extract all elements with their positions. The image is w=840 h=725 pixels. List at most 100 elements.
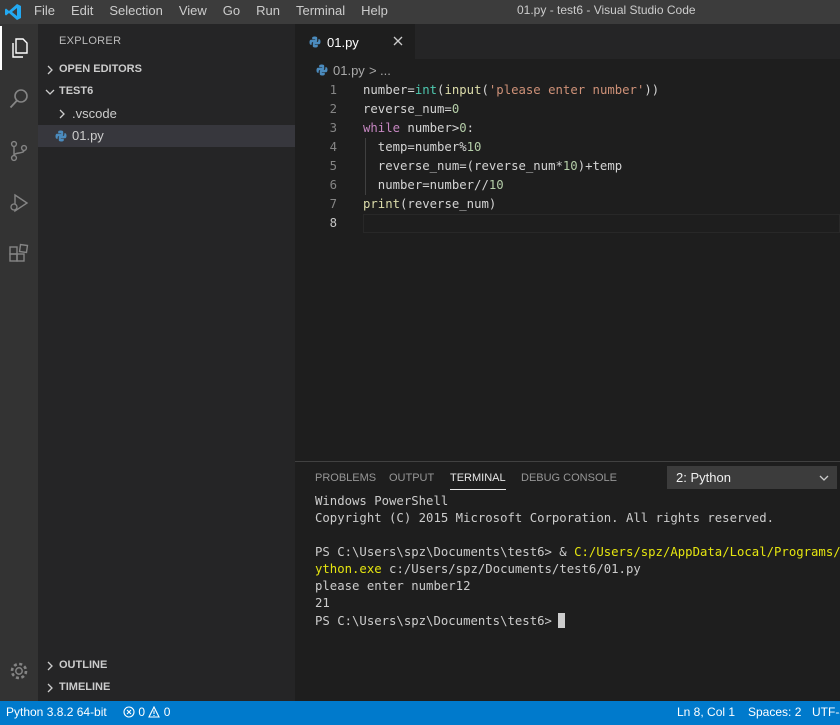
terminal-command-cont: ython.exe — [315, 562, 382, 576]
activity-explorer[interactable] — [0, 26, 38, 70]
menu-run[interactable]: Run — [248, 0, 288, 24]
current-line-highlight — [363, 214, 840, 233]
tree-item-label: 01.py — [72, 128, 104, 143]
line-number: 6 — [329, 178, 337, 192]
open-editors-label: OPEN EDITORS — [59, 63, 142, 75]
folder-section[interactable]: TEST6 — [38, 81, 295, 103]
terminal-line: Windows PowerShell — [315, 494, 449, 508]
activity-source-control[interactable] — [0, 129, 38, 173]
activity-bar — [0, 24, 38, 701]
tree-item-vscode[interactable]: .vscode — [38, 103, 295, 125]
close-icon[interactable] — [391, 34, 405, 48]
line-number: 8 — [329, 216, 337, 230]
line-number: 1 — [329, 83, 337, 97]
tab-01py[interactable]: 01.py — [295, 24, 415, 59]
tab-label: 01.py — [327, 35, 359, 50]
explorer-sidebar: EXPLORER OPEN EDITORS TEST6 .vscode 01.p… — [38, 24, 295, 701]
activity-search[interactable] — [0, 77, 38, 121]
extensions-icon — [9, 243, 29, 262]
terminal-line: ython.exe c:/Users/spz/Documents/test6/0… — [315, 562, 641, 576]
code-line-3: while number>0: — [363, 121, 475, 135]
window-title: 01.py - test6 - Visual Studio Code — [517, 3, 696, 17]
menu-view[interactable]: View — [171, 0, 215, 24]
terminal-cursor — [557, 613, 565, 628]
activity-run-debug[interactable] — [0, 181, 38, 225]
python-file-icon — [55, 130, 67, 142]
outline-label: OUTLINE — [59, 659, 108, 671]
menu-edit[interactable]: Edit — [63, 0, 101, 24]
menu-selection[interactable]: Selection — [101, 0, 170, 24]
terminal-command-arg: c:/Users/spz/Documents/test6/01.py — [381, 562, 641, 576]
menu-help[interactable]: Help — [353, 0, 396, 24]
editor-tabs: 01.py — [295, 24, 840, 59]
terminal-select-value: 2: Python — [676, 470, 731, 485]
tab-problems[interactable]: PROBLEMS — [315, 470, 376, 486]
code-editor[interactable]: 1 2 3 4 5 6 7 8 number=int(input('please… — [295, 81, 840, 461]
terminal-select[interactable]: 2: Python — [667, 466, 837, 489]
error-count: 0 — [138, 705, 146, 719]
problems-indicator[interactable]: 0 0 — [123, 705, 170, 719]
error-icon — [123, 706, 135, 718]
chevron-right-icon — [47, 661, 53, 671]
vscode-logo-icon — [5, 4, 21, 20]
status-bar: Python 3.8.2 64-bit 0 0 Ln 8, Col 1 Spac… — [0, 701, 840, 725]
activity-extensions[interactable] — [0, 233, 38, 277]
run-debug-icon — [10, 193, 29, 213]
line-number: 7 — [329, 197, 337, 211]
terminal-line: 21 — [315, 596, 330, 610]
code-line-5: reverse_num=(reverse_num*10)+temp — [363, 159, 623, 173]
line-number: 2 — [329, 102, 337, 116]
terminal-line: PS C:\Users\spz\Documents\test6> — [315, 613, 565, 628]
file-encoding[interactable]: UTF-8 — [812, 705, 840, 719]
terminal-line: please enter number12 — [315, 579, 471, 593]
line-number: 5 — [329, 159, 337, 173]
bottom-panel: PROBLEMS OUTPUT TERMINAL DEBUG CONSOLE 2… — [295, 461, 840, 701]
tab-terminal[interactable]: TERMINAL — [450, 470, 506, 490]
terminal-line: PS C:\Users\spz\Documents\test6> & C:/Us… — [315, 545, 840, 559]
search-icon — [9, 89, 28, 109]
chevron-down-icon — [819, 475, 829, 481]
code-line-2: reverse_num=0 — [363, 102, 460, 116]
timeline-section[interactable]: TIMELINE — [38, 677, 295, 699]
timeline-label: TIMELINE — [59, 681, 111, 693]
open-editors-section[interactable]: OPEN EDITORS — [38, 59, 295, 81]
tab-output[interactable]: OUTPUT — [389, 470, 434, 486]
terminal-prompt: PS C:\Users\spz\Documents\test6> — [315, 614, 552, 628]
tree-item-label: .vscode — [72, 106, 117, 121]
menu-file[interactable]: File — [26, 0, 63, 24]
warning-count: 0 — [163, 705, 171, 719]
chevron-right-icon — [47, 65, 53, 75]
menu-go[interactable]: Go — [215, 0, 248, 24]
menu-bar: File Edit Selection View Go Run Terminal… — [26, 0, 396, 24]
breadcrumb: 01.py > ... — [295, 59, 840, 81]
activity-manage[interactable] — [0, 649, 38, 693]
terminal-prompt: PS C:\Users\spz\Documents\test6> & — [315, 545, 575, 559]
line-number: 3 — [329, 121, 337, 135]
breadcrumb-separator: > — [369, 63, 377, 78]
code-line-1: number=int(input('please enter number')) — [363, 83, 660, 97]
terminal-line: Copyright (C) 2015 Microsoft Corporation… — [315, 511, 775, 525]
code-line-6: number=number//10 — [363, 178, 504, 192]
python-file-icon — [309, 36, 321, 48]
source-control-icon — [10, 140, 28, 162]
chevron-right-icon — [59, 109, 65, 119]
chevron-right-icon — [47, 683, 53, 693]
cursor-position[interactable]: Ln 8, Col 1 — [677, 705, 735, 719]
explorer-icon — [12, 38, 28, 58]
tree-item-01py[interactable]: 01.py — [38, 125, 295, 147]
code-line-7: print(reverse_num) — [363, 197, 497, 211]
breadcrumb-symbols[interactable]: ... — [380, 63, 391, 78]
breadcrumb-file[interactable]: 01.py — [333, 63, 365, 78]
warning-icon — [148, 705, 161, 718]
terminal-command: C:/Users/spz/AppData/Local/Programs/Pyth — [574, 545, 840, 559]
code-line-4: temp=number%10 — [363, 140, 482, 154]
chevron-down-icon — [45, 89, 55, 95]
title-bar: File Edit Selection View Go Run Terminal… — [0, 0, 840, 24]
menu-terminal[interactable]: Terminal — [288, 0, 353, 24]
indentation[interactable]: Spaces: 2 — [748, 705, 801, 719]
outline-section[interactable]: OUTLINE — [38, 655, 295, 677]
python-interpreter[interactable]: Python 3.8.2 64-bit — [6, 705, 107, 719]
folder-label: TEST6 — [59, 85, 94, 97]
tab-debug-console[interactable]: DEBUG CONSOLE — [521, 470, 617, 486]
sidebar-header: EXPLORER — [59, 35, 122, 47]
